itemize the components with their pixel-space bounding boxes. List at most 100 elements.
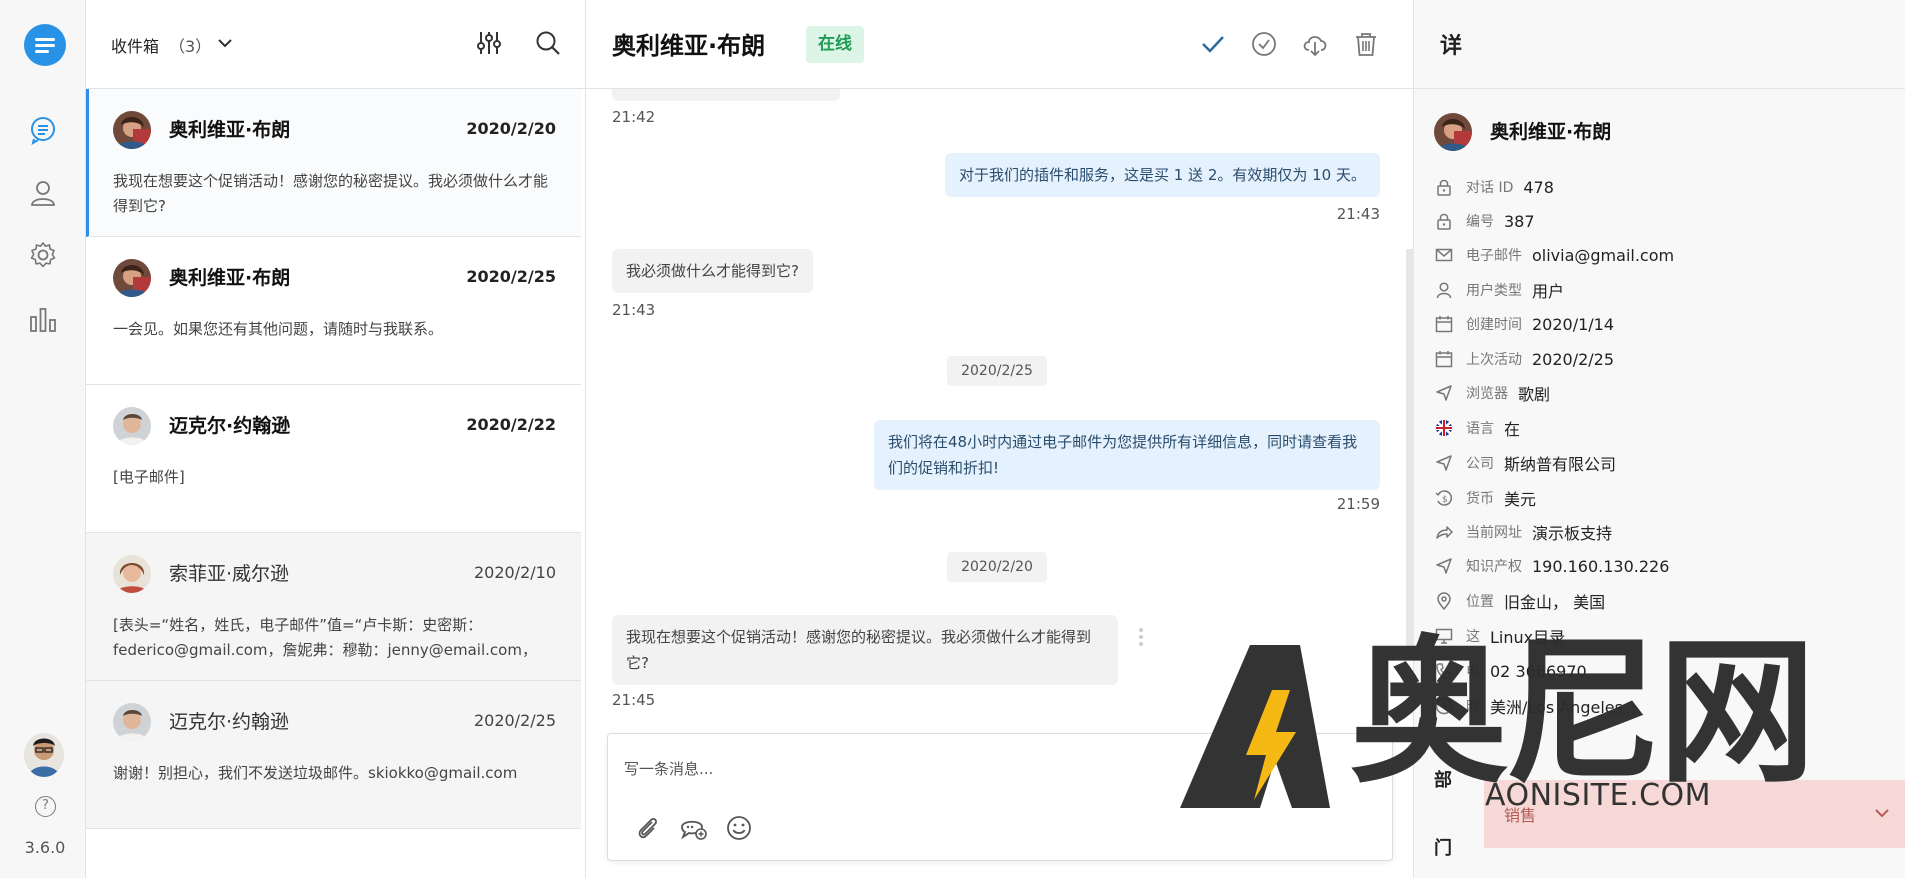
avatar — [113, 555, 151, 593]
filter-sliders-icon[interactable] — [474, 28, 504, 58]
conversation-name: 奥利维亚·布朗 — [169, 119, 291, 141]
help-icon[interactable]: ? — [35, 796, 56, 817]
detail-row-company: 公司 斯纳普有限公司 — [1434, 450, 1616, 476]
reports-icon[interactable] — [26, 302, 60, 336]
detail-value: 478 — [1523, 177, 1554, 197]
conversation-item[interactable]: 迈克尔·约翰逊 2020/2/25 谢谢！别担心，我们不发送垃圾邮件。skiok… — [86, 681, 581, 829]
uk-flag-icon — [1434, 418, 1454, 438]
message-time: 21:43 — [1336, 205, 1380, 223]
conversation-date: 2020/2/25 — [473, 711, 556, 730]
message-bubble-outgoing: 我们将在48小时内通过电子邮件为您提供所有详细信息，同时请查看我们的促销和折扣! — [874, 420, 1380, 490]
conversation-preview: 我现在想要这个促销活动！感谢您的秘密提议。我必须做什么才能得到它? — [113, 172, 549, 215]
chat-contact-name: 奥利维亚·布朗 — [612, 32, 766, 60]
message-bubble-incoming: 我必须做什么才能得到它? — [612, 249, 813, 293]
detail-value: 美洲/Los Angeles — [1490, 698, 1623, 717]
detail-label: 编号 — [1466, 214, 1494, 230]
detail-value: 190.160.130.226 — [1532, 556, 1670, 576]
department-label: 部 — [1434, 770, 1452, 791]
conversation-name: 迈克尔·约翰逊 — [169, 415, 291, 437]
detail-row-phone: 电 02 3666970 — [1434, 658, 1587, 684]
detail-value: 2020/2/25 — [1532, 349, 1615, 369]
conversation-item[interactable]: 迈克尔·约翰逊 2020/2/22 [电子邮件] — [86, 385, 581, 533]
conversation-name: 索菲亚·威尔逊 — [169, 563, 290, 585]
detail-label: 浏览器 — [1466, 386, 1508, 402]
detail-row-browser: 浏览器 歌剧 — [1434, 380, 1550, 406]
date-separator: 2020/2/20 — [947, 552, 1047, 582]
trash-icon[interactable] — [1352, 30, 1380, 58]
message-time: 21:59 — [1336, 495, 1380, 513]
message-composer — [607, 733, 1393, 861]
search-icon[interactable] — [533, 28, 563, 58]
detail-value: 在 — [1504, 420, 1521, 439]
calendar-icon — [1434, 349, 1454, 369]
current-user-avatar[interactable] — [24, 733, 64, 777]
message-time: 21:45 — [612, 691, 656, 709]
detail-row-conversation-id: 对话 ID 478 — [1434, 174, 1554, 200]
detail-value: 美元 — [1504, 490, 1537, 509]
detail-label: 时 — [1466, 699, 1480, 715]
currency-icon: $ — [1434, 488, 1454, 508]
chevron-down-icon[interactable] — [214, 32, 236, 54]
detail-value: 387 — [1504, 211, 1535, 231]
conversation-name: 奥利维亚·布朗 — [169, 267, 291, 289]
message-thread[interactable]: 21:42 对于我们的插件和服务，这是买 1 送 2。有效期仅为 10 天。 2… — [586, 89, 1414, 732]
detail-label: 这 — [1466, 629, 1480, 645]
detail-label: 位置 — [1466, 594, 1494, 610]
conversation-item[interactable]: 奥利维亚·布朗 2020/2/20 我现在想要这个促销活动！感谢您的秘密提议。我… — [86, 89, 581, 237]
detail-value: 02 3666970 — [1490, 661, 1587, 681]
details-header: 详 — [1414, 0, 1905, 89]
message-time: 21:42 — [612, 108, 656, 126]
user-icon[interactable] — [26, 176, 60, 210]
detail-row-ip: 知识产权 190.160.130.226 — [1434, 553, 1669, 579]
conversation-preview: 一会见。如果您还有其他问题，请随时与我联系。 — [113, 320, 444, 338]
conversations-icon[interactable] — [26, 113, 60, 147]
clock-icon — [1434, 696, 1454, 716]
conversation-item[interactable]: 索菲亚·威尔逊 2020/2/10 [表头=“姓名，姓氏，电子邮件”值=“卢卡斯… — [86, 533, 581, 681]
detail-label: 创建时间 — [1466, 317, 1522, 333]
left-rail: ? 3.6.0 — [0, 0, 86, 878]
avatar — [113, 703, 151, 741]
conversation-item[interactable]: 奥利维亚·布朗 2020/2/25 一会见。如果您还有其他问题，请随时与我联系。 — [86, 237, 581, 385]
conversation-date: 2020/2/25 — [466, 267, 556, 286]
detail-row-id: 编号 387 — [1434, 208, 1535, 234]
calendar-icon — [1434, 314, 1454, 334]
inbox-dropdown[interactable]: 收件箱 （3） — [111, 33, 211, 57]
detail-row-language: 语言 在 — [1434, 415, 1520, 441]
check-circle-icon[interactable] — [1250, 30, 1278, 58]
envelope-icon — [1434, 245, 1454, 265]
saved-replies-icon[interactable] — [678, 813, 708, 843]
detail-value: 旧金山， 美国 — [1504, 593, 1606, 612]
detail-label: 电子邮件 — [1466, 248, 1522, 264]
conversation-preview: [电子邮件] — [113, 468, 185, 486]
department-select[interactable]: 销售 — [1484, 780, 1905, 848]
detail-value: olivia@gmail.com — [1532, 245, 1675, 265]
detail-value: 歌剧 — [1518, 385, 1551, 404]
detail-label: 上次活动 — [1466, 352, 1522, 368]
detail-value: 演示板支持 — [1532, 524, 1613, 543]
app-logo-icon[interactable] — [24, 24, 66, 66]
conversation-date: 2020/2/22 — [466, 415, 556, 434]
app-version: 3.6.0 — [24, 838, 66, 857]
gear-icon[interactable] — [26, 238, 60, 272]
scrollbar[interactable] — [1406, 249, 1414, 649]
detail-label: 用户类型 — [1466, 283, 1522, 299]
paperclip-icon[interactable] — [632, 813, 662, 843]
lock-icon — [1434, 177, 1454, 197]
detail-row-current-url: 当前网址 演示板支持 — [1434, 519, 1612, 545]
message-options-icon[interactable] — [1139, 628, 1143, 648]
monitor-icon — [1434, 626, 1454, 646]
inbox-count: （3） — [169, 37, 212, 56]
detail-label: 语言 — [1466, 421, 1494, 437]
cloud-download-icon[interactable] — [1301, 30, 1329, 58]
emoji-icon[interactable] — [724, 813, 754, 843]
check-icon[interactable] — [1199, 30, 1227, 58]
message-input[interactable] — [624, 754, 1364, 784]
details-user-name: 奥利维亚·布朗 — [1490, 121, 1612, 143]
message-bubble-incoming — [612, 89, 840, 101]
detail-label: 对话 ID — [1466, 180, 1514, 196]
detail-row-location: 位置 旧金山， 美国 — [1434, 588, 1605, 614]
avatar — [113, 259, 151, 297]
avatar — [1434, 113, 1472, 151]
detail-label: 货币 — [1466, 491, 1494, 507]
send-icon — [1434, 453, 1454, 473]
